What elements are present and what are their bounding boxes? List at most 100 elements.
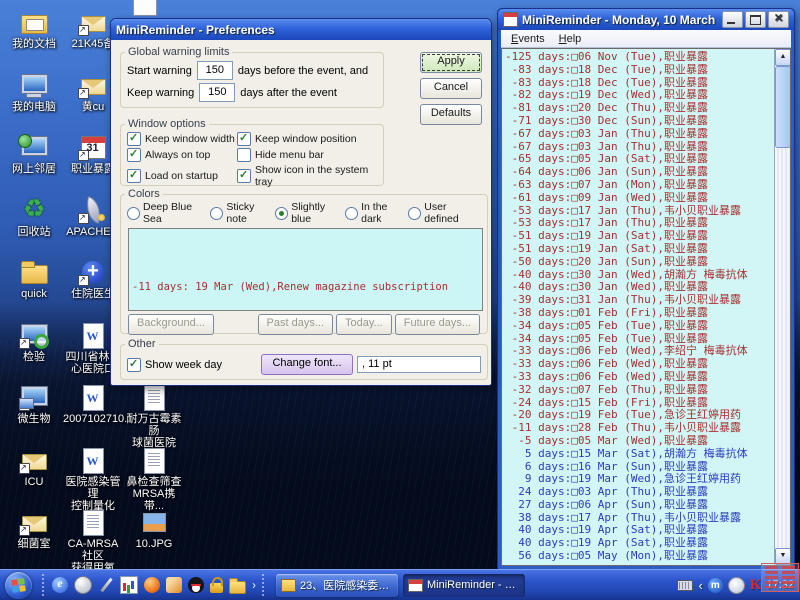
checkbox-icon <box>237 169 251 183</box>
past-days-button[interactable]: Past days... <box>258 314 333 335</box>
desktop-icon[interactable]: 微生物 <box>4 383 64 425</box>
window-option-checkbox[interactable]: Show icon in the system tray <box>237 164 383 188</box>
desktop-icon[interactable]: 检验 <box>4 321 64 363</box>
defaults-button[interactable]: Defaults <box>420 104 482 125</box>
desktop-icon[interactable]: 我的电脑 <box>4 71 64 113</box>
reminder-row[interactable]: 56 days:□05 May (Mon),职业暴露 <box>505 550 774 563</box>
desktop-icon[interactable]: 2007102710... <box>63 383 123 425</box>
desktop-icon[interactable]: 细菌室 <box>4 508 64 550</box>
menu-item[interactable]: Help <box>553 33 588 45</box>
apply-button[interactable]: Apply <box>420 52 482 73</box>
reminder-row[interactable]: -38 days:□01 Feb (Fri),职业暴露 <box>505 307 774 320</box>
window-option-checkbox[interactable]: Keep window width <box>127 132 237 146</box>
quick-launch-icon[interactable] <box>120 576 138 594</box>
today-button[interactable]: Today... <box>336 314 392 335</box>
desktop-icon[interactable]: 我的文档 <box>4 8 64 50</box>
reminder-row[interactable]: -5 days:□05 Mar (Wed),职业暴露 <box>505 435 774 448</box>
quick-launch-icon[interactable] <box>166 577 182 593</box>
maxthon-tray-icon[interactable]: m <box>708 578 723 593</box>
task-button[interactable]: MiniReminder - Mon... <box>403 574 525 597</box>
reminder-row[interactable]: -61 days:□09 Jan (Wed),职业暴露 <box>505 192 774 205</box>
show-week-day-checkbox[interactable] <box>127 358 141 372</box>
menu-item[interactable]: Events <box>505 33 551 45</box>
quick-launch-icon[interactable] <box>52 577 68 593</box>
window-option-checkbox[interactable]: Hide menu bar <box>237 148 383 162</box>
reminder-row[interactable]: 24 days:□03 Apr (Thu),职业暴露 <box>505 486 774 499</box>
checkbox-icon <box>237 148 251 162</box>
reminder-list: -125 days:□06 Nov (Tue),职业暴露 -83 days:□1… <box>501 48 791 566</box>
reminder-row[interactable]: 5 days:□15 Mar (Sat),胡瀚方 梅毒抗体 <box>505 448 774 461</box>
globe-tray-icon[interactable] <box>728 577 745 594</box>
maximize-button[interactable] <box>745 11 766 28</box>
color-scheme-radio[interactable]: Deep Blue Sea <box>127 201 210 225</box>
checkbox-label: Show icon in the system tray <box>255 164 383 188</box>
reminder-row[interactable]: -67 days:□03 Jan (Thu),职业暴露 <box>505 128 774 141</box>
start-button[interactable] <box>5 572 32 599</box>
k-tray-icon[interactable]: K <box>750 577 762 594</box>
window-option-checkbox[interactable]: Load on startup <box>127 164 237 188</box>
future-days-button[interactable]: Future days... <box>395 314 480 335</box>
preferences-titlebar[interactable]: MiniReminder - Preferences <box>111 19 491 40</box>
quick-launch-icon[interactable] <box>144 577 160 593</box>
reminder-row[interactable]: -63 days:□07 Jan (Mon),职业暴露 <box>505 179 774 192</box>
start-warning-label: Start warning <box>127 65 192 77</box>
radio-label: Deep Blue Sea <box>143 201 210 225</box>
close-button[interactable] <box>768 11 789 28</box>
reminder-row[interactable]: -83 days:□18 Dec (Tue),职业暴露 <box>505 64 774 77</box>
shortcut-arrow-icon <box>78 25 89 36</box>
color-scheme-radio[interactable]: Sticky note <box>210 201 275 225</box>
radio-icon <box>210 207 223 220</box>
reminder-row[interactable]: 27 days:□06 Apr (Sun),职业暴露 <box>505 499 774 512</box>
background-button[interactable]: Background... <box>128 314 214 335</box>
reminder-row[interactable]: -125 days:□06 Nov (Tue),职业暴露 <box>505 51 774 64</box>
checkbox-label: Hide menu bar <box>255 149 324 161</box>
start-warning-input[interactable] <box>197 61 233 80</box>
desktop-icon[interactable]: ICU <box>4 446 64 488</box>
keep-warning-input[interactable] <box>199 83 235 102</box>
desktop-icon[interactable]: 网上邻居 <box>4 133 64 175</box>
quick-launch-icon[interactable] <box>229 581 246 594</box>
quick-launch-expand-arrow[interactable]: › <box>250 578 258 592</box>
color-scheme-radio[interactable]: In the dark <box>345 201 408 225</box>
quick-launch-icon[interactable] <box>210 583 223 593</box>
quick-launch-icon[interactable] <box>74 576 92 594</box>
desktop-icon[interactable]: quick <box>4 258 64 300</box>
reminder-row[interactable]: -71 days:□30 Dec (Sun),职业暴露 <box>505 115 774 128</box>
minimize-button[interactable] <box>722 11 743 28</box>
reminder-row[interactable]: -33 days:□06 Feb (Wed),职业暴露 <box>505 371 774 384</box>
color-scheme-radio[interactable]: Slightly blue <box>275 201 345 225</box>
reminder-row[interactable]: -51 days:□19 Jan (Sat),职业暴露 <box>505 243 774 256</box>
window-option-checkbox[interactable]: Always on top <box>127 148 237 162</box>
desktop-icon-glyph <box>137 383 171 411</box>
checkbox-icon <box>127 148 141 162</box>
window-option-checkbox[interactable]: Keep window position <box>237 132 383 146</box>
checkbox-icon <box>127 132 141 146</box>
desktop-icon[interactable]: 鼻检查筛查 MRSA携带... <box>124 446 184 512</box>
collapse-tray-arrow-icon[interactable]: ‹ <box>698 578 702 593</box>
change-font-button[interactable]: Change font... <box>261 354 353 375</box>
cancel-button[interactable]: Cancel <box>420 78 482 99</box>
reminder-row[interactable]: -33 days:□06 Feb (Wed),职业暴露 <box>505 358 774 371</box>
color-scheme-radio[interactable]: User defined <box>408 201 481 225</box>
minireminder-titlebar[interactable]: MiniReminder - Monday, 10 March <box>498 9 794 30</box>
radio-label: Sticky note <box>226 201 275 225</box>
desktop-icon-glyph <box>76 508 110 536</box>
keep-warning-label: Keep warning <box>127 87 194 99</box>
scroll-up-arrow[interactable]: ▲ <box>775 49 791 66</box>
preview-row: -11 days: 19 Mar (Wed),Renew magazine su… <box>132 281 482 294</box>
reminder-row[interactable]: -11 days:□28 Feb (Thu),韦小贝职业暴露 <box>505 422 774 435</box>
scrollbar[interactable]: ▲ ▼ <box>774 49 790 565</box>
keyboard-layout-icon[interactable] <box>677 580 693 591</box>
quick-launch-icon[interactable] <box>188 577 204 593</box>
reminder-row[interactable]: -34 days:□05 Feb (Tue),职业暴露 <box>505 320 774 333</box>
desktop-icon[interactable]: 10.JPG <box>124 508 184 550</box>
reminder-row[interactable]: -50 days:□20 Jan (Sun),职业暴露 <box>505 256 774 269</box>
quick-launch-icon[interactable] <box>98 577 114 593</box>
task-button[interactable]: 23、医院感染委员... <box>276 574 398 597</box>
desktop-icon-label: 我的文档 <box>4 38 64 50</box>
desktop-icon[interactable]: 回收站 <box>4 196 64 238</box>
show-week-day-label: Show week day <box>145 359 222 371</box>
scrollbar-thumb[interactable] <box>775 66 791 148</box>
desktop-icon-glyph <box>76 383 110 411</box>
reminder-row[interactable]: -32 days:□07 Feb (Thu),职业暴露 <box>505 384 774 397</box>
